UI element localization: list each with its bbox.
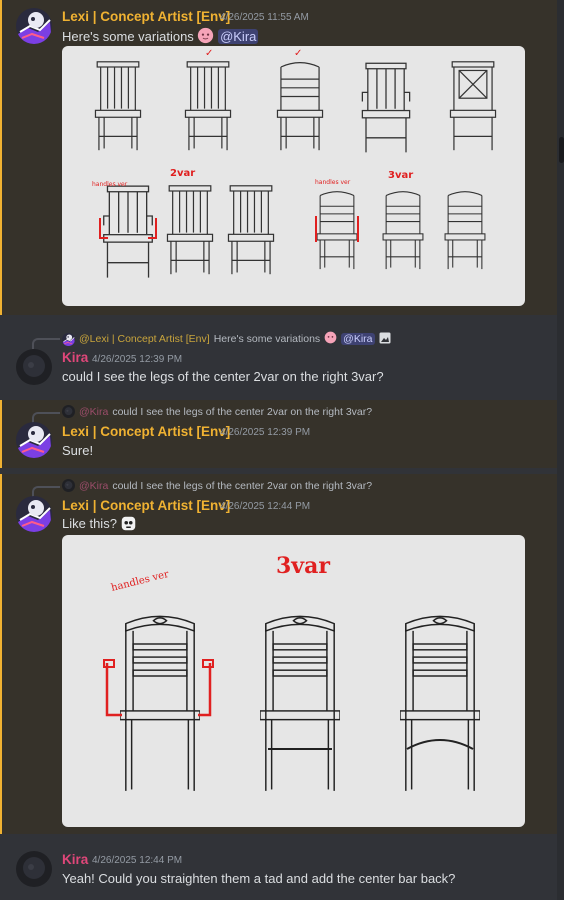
kira-avatar[interactable] — [16, 349, 52, 385]
timestamp: 4/26/2025 12:39 PM — [220, 427, 311, 438]
message-lexi-1[interactable]: Lexi | Concept Artist [Env] 4/26/2025 11… — [0, 0, 557, 315]
reply-author[interactable]: @Lexi | Concept Artist [Env] — [79, 333, 210, 345]
message-text: could I see the legs of the center 2var … — [62, 369, 384, 384]
message-kira-2[interactable]: Kira 4/26/2025 12:44 PM Yeah! Could you … — [0, 842, 557, 900]
scrollbar-thumb[interactable] — [559, 137, 564, 163]
message-text: Here's some variations @Kira — [62, 27, 259, 47]
reply-mention[interactable]: @Kira — [341, 333, 375, 345]
reply-preview[interactable]: @Kira could I see the legs of the center… — [62, 479, 372, 492]
message-lexi-3[interactable]: @Kira could I see the legs of the center… — [0, 474, 557, 834]
author-name[interactable]: Lexi | Concept Artist [Env] — [62, 9, 230, 24]
message-kira-1[interactable]: @Lexi | Concept Artist [Env] Here's some… — [0, 320, 557, 395]
lexi-avatar[interactable] — [16, 422, 52, 458]
message-text: Yeah! Could you straighten them a tad an… — [62, 871, 456, 886]
scrollbar-track[interactable] — [557, 0, 564, 900]
annotation-check-1: ✓ — [205, 48, 213, 59]
lexi-mini-avatar — [62, 333, 75, 346]
annotation-2var: 2var — [170, 168, 195, 179]
kira-mini-avatar — [62, 479, 75, 492]
reply-spine — [32, 338, 60, 349]
author-name[interactable]: Kira — [62, 852, 88, 867]
timestamp: 4/26/2025 12:44 PM — [220, 501, 311, 512]
annotation-handles-ver-1: handles ver — [92, 181, 128, 188]
annotation-check-2: ✓ — [294, 48, 302, 59]
timestamp: 4/26/2025 12:44 PM — [92, 855, 183, 866]
annotation-handles-ver: handles ver — [110, 569, 170, 594]
timestamp: 4/26/2025 11:55 AM — [220, 12, 309, 23]
reply-preview[interactable]: @Kira could I see the legs of the center… — [62, 405, 372, 418]
kira-mini-avatar — [62, 405, 75, 418]
timestamp: 4/26/2025 12:39 PM — [92, 354, 183, 365]
reply-preview[interactable]: @Lexi | Concept Artist [Env] Here's some… — [62, 331, 391, 347]
reply-text: could I see the legs of the center 2var … — [112, 405, 373, 418]
annotation-3var: 3var — [388, 170, 413, 181]
message-text: Like this? — [62, 516, 136, 534]
blush-emoji — [197, 27, 214, 47]
blush-emoji — [324, 331, 337, 347]
reply-author[interactable]: @Kira — [79, 480, 108, 492]
image-attachment-chair-variations[interactable]: ✓ ✓ handles ver 2var handles ver 3var — [62, 46, 525, 306]
image-attachment-3var-chairs[interactable]: 3var handles ver — [62, 535, 525, 827]
mention-kira[interactable]: @Kira — [218, 29, 259, 44]
reply-text: could I see the legs of the center 2var … — [112, 479, 373, 492]
annotation-handles-ver-2: handles ver — [315, 179, 351, 186]
lexi-avatar[interactable] — [16, 8, 52, 44]
lexi-avatar[interactable] — [16, 496, 52, 532]
image-icon — [379, 332, 391, 347]
author-name[interactable]: Kira — [62, 350, 88, 365]
author-name[interactable]: Lexi | Concept Artist [Env] — [62, 424, 230, 439]
skull-emoji — [121, 516, 136, 534]
reply-author[interactable]: @Kira — [79, 406, 108, 418]
author-name[interactable]: Lexi | Concept Artist [Env] — [62, 498, 230, 513]
message-text: Sure! — [62, 443, 94, 458]
message-lexi-2[interactable]: @Kira could I see the legs of the center… — [0, 400, 557, 468]
reply-text: Here's some variations — [213, 333, 321, 345]
kira-avatar[interactable] — [16, 851, 52, 887]
annotation-3var-title: 3var — [276, 553, 330, 579]
